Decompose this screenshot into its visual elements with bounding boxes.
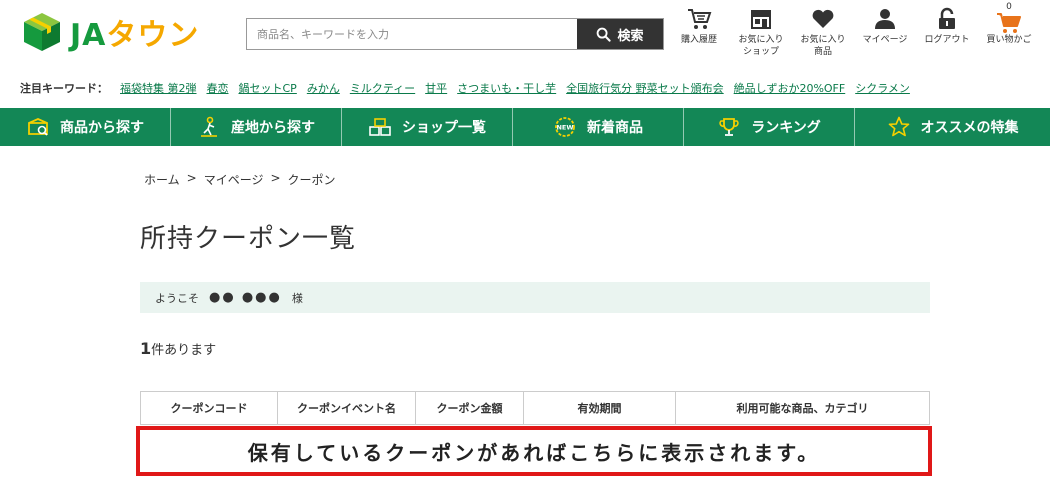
purchase-history-link[interactable]: 購入履歴 xyxy=(668,4,730,62)
main-nav: 商品から探す 産地から探す ショップ一覧 NEW 新着商品 ランキング オススメ… xyxy=(0,108,1050,146)
breadcrumb-current: クーポン xyxy=(287,173,336,187)
favorite-product-label: お気に入り 商品 xyxy=(800,35,846,57)
search-icon xyxy=(597,27,612,42)
nav-features[interactable]: オススメの特集 xyxy=(855,108,1050,146)
coupon-count: 1件あります xyxy=(140,339,216,358)
keyword-link[interactable]: 鍋セットCP xyxy=(239,80,297,96)
nav-shops[interactable]: ショップ一覧 xyxy=(342,108,513,146)
keyword-link[interactable]: 福袋特集 第2弾 xyxy=(120,80,197,96)
breadcrumb-separator: > xyxy=(186,171,197,185)
col-available-products: 利用可能な商品、カテゴリ xyxy=(675,391,930,425)
lock-icon xyxy=(939,7,955,29)
coupon-table-header-row: クーポンコード クーポンイベント名 クーポン金額 有効期間 利用可能な商品、カテ… xyxy=(140,391,930,425)
breadcrumb-separator: > xyxy=(270,171,281,185)
cart-count-badge: 0 xyxy=(1006,2,1012,12)
breadcrumb-mypage[interactable]: マイページ xyxy=(204,171,264,188)
search-button-label: 検索 xyxy=(617,28,644,44)
logout-label: ログアウト xyxy=(924,35,970,45)
cart-list-icon xyxy=(688,9,712,29)
col-coupon-event: クーポンイベント名 xyxy=(277,391,416,425)
site-logo[interactable]: JAタウン xyxy=(20,10,199,54)
nav-origin-label: 産地から探す xyxy=(231,120,315,136)
star-icon xyxy=(888,116,909,137)
col-coupon-amount: クーポン金額 xyxy=(415,391,524,425)
person-icon xyxy=(875,9,895,29)
keyword-link[interactable]: シクラメン xyxy=(855,80,910,96)
nav-features-label: オススメの特集 xyxy=(920,120,1019,136)
box-icon xyxy=(28,118,48,136)
search-input[interactable] xyxy=(247,19,577,49)
logo-cube-icon xyxy=(24,13,60,51)
farmer-icon xyxy=(201,116,217,137)
keywords-label: 注目キーワード： xyxy=(20,82,108,95)
cart-icon xyxy=(997,13,1021,33)
nav-shops-label: ショップ一覧 xyxy=(402,120,486,136)
logo-town: タウン xyxy=(106,18,200,53)
keyword-link[interactable]: ミルクティー xyxy=(350,80,415,96)
favorite-product-link[interactable]: お気に入り 商品 xyxy=(792,4,854,62)
site-header: JAタウン 検索 購入履歴 お気に入り ショップ お気に入り 商品 マイページ … xyxy=(0,0,1050,68)
coupon-count-number: 1 xyxy=(140,339,152,358)
cart-link[interactable]: 0 買い物かご xyxy=(978,2,1040,62)
col-valid-period: 有効期間 xyxy=(523,391,676,425)
cart-label: 買い物かご xyxy=(986,35,1032,45)
breadcrumb-home[interactable]: ホーム xyxy=(144,171,180,188)
welcome-prefix: ようこそ xyxy=(155,291,199,305)
keyword-link[interactable]: さつまいも・干し芋 xyxy=(457,80,556,96)
shops-icon xyxy=(369,118,391,136)
keyword-link[interactable]: 甘平 xyxy=(425,80,447,96)
coupon-notice-box: 保有しているクーポンがあればこちらに表示されます。 xyxy=(136,426,932,476)
nav-products[interactable]: 商品から探す xyxy=(0,108,171,146)
logo-ja: JA xyxy=(70,18,107,53)
keyword-link[interactable]: みかん xyxy=(307,80,340,96)
welcome-suffix: 様 xyxy=(291,291,303,305)
welcome-banner: ようこそ ●● ●●● 様 xyxy=(140,282,930,313)
keyword-link[interactable]: 絶品しずおか20%OFF xyxy=(734,80,846,96)
svg-text:NEW: NEW xyxy=(556,124,573,132)
trophy-icon xyxy=(719,118,739,136)
shop-icon xyxy=(751,10,771,29)
favorite-shop-link[interactable]: お気に入り ショップ xyxy=(730,4,792,62)
coupon-table: クーポンコード クーポンイベント名 クーポン金額 有効期間 利用可能な商品、カテ… xyxy=(140,391,930,425)
nav-ranking[interactable]: ランキング xyxy=(684,108,855,146)
logo-text: JAタウン xyxy=(70,10,199,54)
page-title: 所持クーポン一覧 xyxy=(140,224,357,254)
heart-icon xyxy=(812,9,834,29)
favorite-shop-label: お気に入り ショップ xyxy=(738,35,784,57)
breadcrumb: ホーム > マイページ > クーポン xyxy=(144,171,336,188)
coupon-count-text: 件あります xyxy=(151,343,217,358)
featured-keywords: 注目キーワード： 福袋特集 第2弾 春恋 鍋セットCP みかん ミルクティー 甘… xyxy=(20,80,910,96)
nav-origin[interactable]: 産地から探す xyxy=(171,108,342,146)
search-button[interactable]: 検索 xyxy=(577,19,663,49)
col-coupon-code: クーポンコード xyxy=(140,391,278,425)
nav-new-label: 新着商品 xyxy=(587,120,643,136)
keyword-link[interactable]: 春恋 xyxy=(207,80,229,96)
welcome-username: ●● ●●● xyxy=(209,290,282,305)
nav-new[interactable]: NEW 新着商品 xyxy=(513,108,684,146)
mypage-label: マイページ xyxy=(862,35,908,45)
new-badge-icon: NEW xyxy=(555,117,575,137)
logout-link[interactable]: ログアウト xyxy=(916,4,978,62)
purchase-history-label: 購入履歴 xyxy=(680,35,717,45)
mypage-link[interactable]: マイページ xyxy=(854,4,916,62)
nav-ranking-label: ランキング xyxy=(751,120,821,136)
nav-products-label: 商品から探す xyxy=(60,120,144,136)
keyword-link[interactable]: 全国旅行気分 野菜セット頒布会 xyxy=(566,80,724,96)
header-icons: 購入履歴 お気に入り ショップ お気に入り 商品 マイページ ログアウト 0 買… xyxy=(668,2,1040,62)
search-bar: 検索 xyxy=(246,18,664,50)
